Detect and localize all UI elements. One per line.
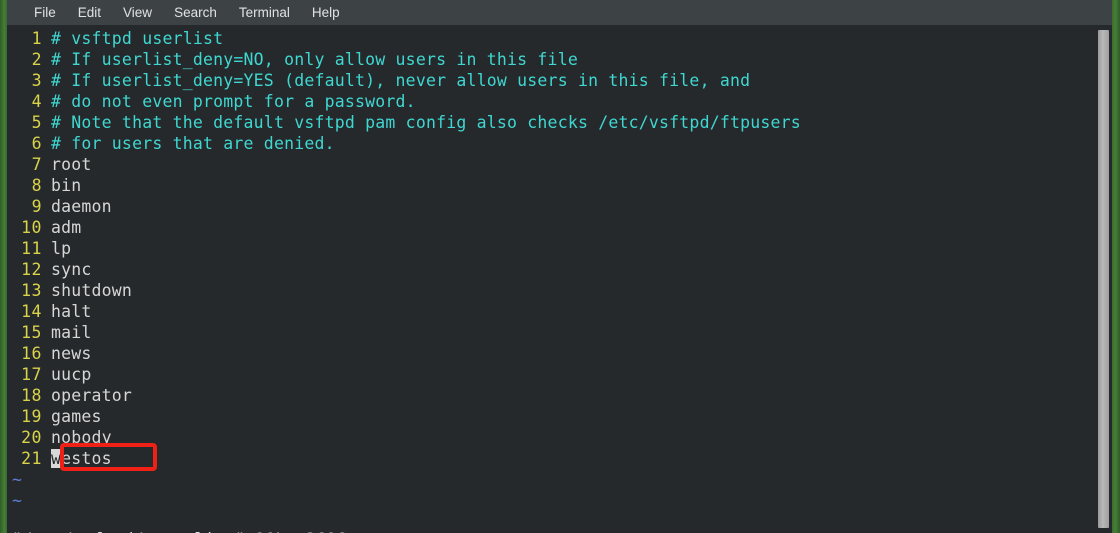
editor-line: 8 bin [7, 175, 1097, 196]
status-line: "/etc/vsftpd/user_list" 21L, 368C 21,1 A… [7, 508, 1097, 533]
editor-line: 4 # do not even prompt for a password. [7, 91, 1097, 112]
editor-line: 11 lp [7, 238, 1097, 259]
line-text-westos: westos [51, 448, 112, 469]
line-text: news [51, 344, 92, 363]
editor-line: 3 # If userlist_deny=YES (default), neve… [7, 70, 1097, 91]
line-text: sync [51, 260, 92, 279]
menu-item-terminal[interactable]: Terminal [228, 3, 301, 22]
line-text: operator [51, 386, 133, 405]
status-filename: "/etc/vsftpd/user_list" 21L, 368C [12, 529, 346, 533]
line-text: games [51, 407, 102, 426]
text-cursor: w [51, 449, 62, 468]
line-number: 16 [21, 344, 42, 363]
line-number: 12 [21, 260, 42, 279]
line-text-remainder: estos [61, 449, 112, 468]
editor-line: 15 mail [7, 322, 1097, 343]
line-text: # If userlist_deny=NO, only allow users … [51, 50, 578, 69]
editor-line: 10 adm [7, 217, 1097, 238]
tilde-glyph: ~ [12, 470, 23, 489]
editor-line: 6 # for users that are denied. [7, 133, 1097, 154]
line-text: halt [51, 302, 92, 321]
desktop-background-left [0, 0, 7, 533]
menu-item-search[interactable]: Search [163, 3, 228, 22]
line-number: 4 [31, 92, 42, 111]
line-text: nobody [51, 428, 112, 447]
editor-line: 18 operator [7, 385, 1097, 406]
line-text: bin [51, 176, 82, 195]
terminal-body[interactable]: 1 # vsftpd userlist 2 # If userlist_deny… [7, 25, 1112, 533]
editor-line: 7 root [7, 154, 1097, 175]
line-number: 3 [31, 71, 42, 90]
editor-line: 13 shutdown [7, 280, 1097, 301]
line-text: root [51, 155, 92, 174]
editor-line: 20 nobody [7, 427, 1097, 448]
editor-line: 1 # vsftpd userlist [7, 28, 1097, 49]
editor-line-active: 21 westos [7, 448, 1097, 469]
line-text: # for users that are denied. [51, 134, 335, 153]
menu-item-help[interactable]: Help [301, 3, 351, 22]
editor-line: 5 # Note that the default vsftpd pam con… [7, 112, 1097, 133]
line-text: # If userlist_deny=YES (default), never … [51, 71, 751, 90]
line-number: 17 [21, 365, 42, 384]
line-text: # do not even prompt for a password. [51, 92, 416, 111]
editor-line: 16 news [7, 343, 1097, 364]
editor-line: 14 halt [7, 301, 1097, 322]
line-number: 21 [21, 449, 42, 468]
line-text: # vsftpd userlist [51, 29, 224, 48]
line-number: 15 [21, 323, 42, 342]
editor-line: 19 games [7, 406, 1097, 427]
line-number: 9 [31, 197, 42, 216]
menu-item-edit[interactable]: Edit [67, 3, 112, 22]
terminal-window: File Edit View Search Terminal Help 1 # … [7, 0, 1112, 533]
line-number: 20 [21, 428, 42, 447]
scrollbar-track[interactable] [1095, 25, 1112, 533]
line-number: 11 [21, 239, 42, 258]
line-number: 7 [31, 155, 42, 174]
line-text: # Note that the default vsftpd pam confi… [51, 113, 801, 132]
line-number: 2 [31, 50, 42, 69]
scrollbar-thumb[interactable] [1098, 30, 1109, 528]
line-number: 13 [21, 281, 42, 300]
line-text: daemon [51, 197, 112, 216]
line-number: 14 [21, 302, 42, 321]
line-text: shutdown [51, 281, 133, 300]
vim-buffer: 1 # vsftpd userlist 2 # If userlist_deny… [7, 28, 1097, 511]
line-text: adm [51, 218, 82, 237]
line-number: 18 [21, 386, 42, 405]
menu-bar: File Edit View Search Terminal Help [7, 0, 1112, 25]
editor-line: 12 sync [7, 259, 1097, 280]
menu-item-file[interactable]: File [23, 3, 67, 22]
menu-item-view[interactable]: View [112, 3, 163, 22]
line-text: lp [51, 239, 72, 258]
line-number: 10 [21, 218, 42, 237]
editor-line: 17 uucp [7, 364, 1097, 385]
desktop-screen: File Edit View Search Terminal Help 1 # … [0, 0, 1120, 533]
editor-line: 2 # If userlist_deny=NO, only allow user… [7, 49, 1097, 70]
line-number: 6 [31, 134, 42, 153]
line-text: uucp [51, 365, 92, 384]
empty-line-marker: ~ [7, 469, 1097, 490]
line-number: 19 [21, 407, 42, 426]
editor-line: 9 daemon [7, 196, 1097, 217]
line-number: 1 [31, 29, 42, 48]
line-number: 5 [31, 113, 42, 132]
desktop-background-right [1112, 0, 1120, 533]
line-number: 8 [31, 176, 42, 195]
line-text: mail [51, 323, 92, 342]
